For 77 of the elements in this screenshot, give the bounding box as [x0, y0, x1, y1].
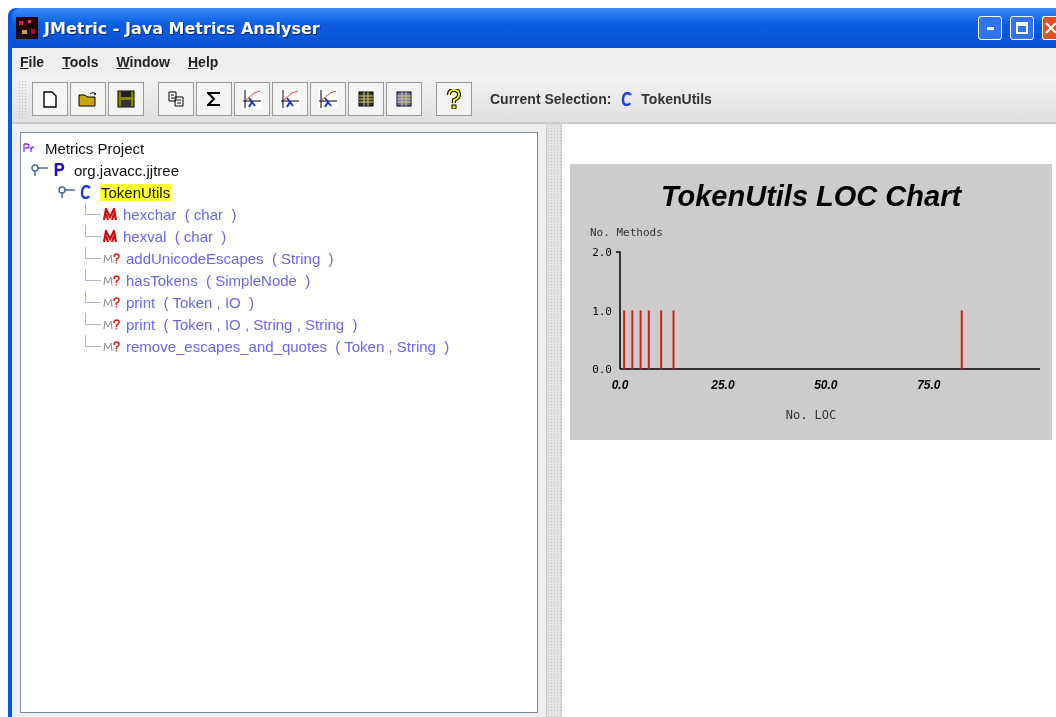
new-file-icon	[43, 90, 57, 108]
chart-bar	[672, 310, 675, 369]
class-icon	[621, 92, 634, 106]
tree-branch-line	[85, 313, 101, 325]
tree-item[interactable]: hexval ( char )	[122, 227, 228, 245]
chart-icon	[280, 89, 300, 109]
unknown-method-icon	[103, 252, 120, 264]
chart-bar	[631, 310, 634, 369]
method-icon	[103, 207, 117, 221]
chart-bar	[639, 310, 642, 369]
tree-item[interactable]: TokenUtils	[100, 183, 172, 201]
tree-item[interactable]: org.javacc.jjtree	[73, 161, 181, 179]
tree-item[interactable]: print ( Token , IO )	[125, 293, 256, 311]
y-tick-label: 2.0	[592, 246, 612, 259]
toolbar-button[interactable]	[108, 82, 144, 116]
method-icon	[103, 229, 117, 243]
window-title: JMetric - Java Metrics Analyser	[44, 18, 320, 38]
minimize-icon	[986, 26, 994, 30]
tree-branch-line	[85, 225, 101, 237]
menu-item[interactable]: Help	[187, 54, 219, 70]
unknown-method-icon	[103, 318, 120, 330]
x-tick-label: 0.0	[611, 378, 629, 392]
chart-icon	[242, 89, 262, 109]
maximize-icon	[1015, 21, 1029, 35]
unknown-method-icon	[103, 340, 120, 352]
toolbar-button[interactable]	[348, 82, 384, 116]
tree-branch-line	[85, 291, 101, 303]
chart-bar	[623, 310, 626, 369]
maximize-button[interactable]	[1010, 16, 1034, 40]
toolbar-button[interactable]	[196, 82, 232, 116]
sigma-icon	[207, 91, 221, 107]
app-logo-icon	[16, 17, 38, 39]
expand-handle-icon[interactable]	[31, 164, 49, 176]
help-icon	[447, 89, 461, 109]
x-axis-label: No. LOC	[785, 408, 837, 422]
tree-item[interactable]: remove_escapes_and_quotes ( Token , String )	[125, 337, 451, 355]
chart-bar	[660, 310, 663, 369]
chart-title: TokenUtils LOC Chart	[660, 180, 962, 212]
x-tick-label: 25.0	[711, 378, 735, 392]
chart-icon	[318, 89, 338, 109]
table-icon	[396, 91, 412, 107]
open-folder-icon	[78, 91, 98, 107]
selection-label: Current Selection:	[490, 91, 612, 107]
close-button[interactable]	[1042, 16, 1056, 40]
tree-branch-line	[85, 335, 101, 347]
x-tick-label: 75.0	[917, 378, 941, 392]
toolbar-button[interactable]	[32, 82, 68, 116]
tree-item[interactable]: print ( Token , IO , String , String )	[125, 315, 359, 333]
toolbar-button[interactable]	[70, 82, 106, 116]
tree-branch-line	[85, 247, 101, 259]
y-tick-label: 1.0	[592, 304, 612, 318]
selection-value: TokenUtils	[641, 91, 712, 107]
close-icon	[1043, 21, 1056, 35]
x-tick-label: 50.0	[814, 378, 838, 392]
tree-item[interactable]: addUnicodeEscapes ( String )	[125, 249, 335, 267]
table-icon	[358, 91, 374, 107]
tree-item[interactable]: hexchar ( char )	[122, 205, 238, 223]
menu-item[interactable]: Window	[116, 54, 170, 70]
chart-bar	[960, 310, 963, 369]
chart-bar	[647, 310, 650, 369]
unknown-method-icon	[103, 274, 120, 286]
y-axis-label: No. Methods	[590, 226, 663, 239]
toolbar-button[interactable]	[436, 82, 472, 116]
tree-branch-line	[85, 203, 101, 215]
package-icon	[53, 163, 65, 177]
minimize-button[interactable]	[978, 16, 1002, 40]
expand-handle-icon[interactable]	[58, 186, 76, 198]
menu-item[interactable]: File	[20, 54, 45, 70]
tree-item[interactable]: Metrics Project	[44, 139, 146, 157]
tree-item[interactable]: hasTokens ( SimpleNode )	[125, 271, 312, 289]
unknown-method-icon	[103, 296, 120, 308]
tree-branch-line	[85, 269, 101, 281]
menu-item[interactable]: Tools	[62, 54, 99, 70]
y-tick-label: 0.0	[592, 363, 612, 376]
copy-icon	[167, 90, 185, 108]
class-icon	[80, 185, 92, 199]
toolbar-button[interactable]	[386, 82, 422, 116]
